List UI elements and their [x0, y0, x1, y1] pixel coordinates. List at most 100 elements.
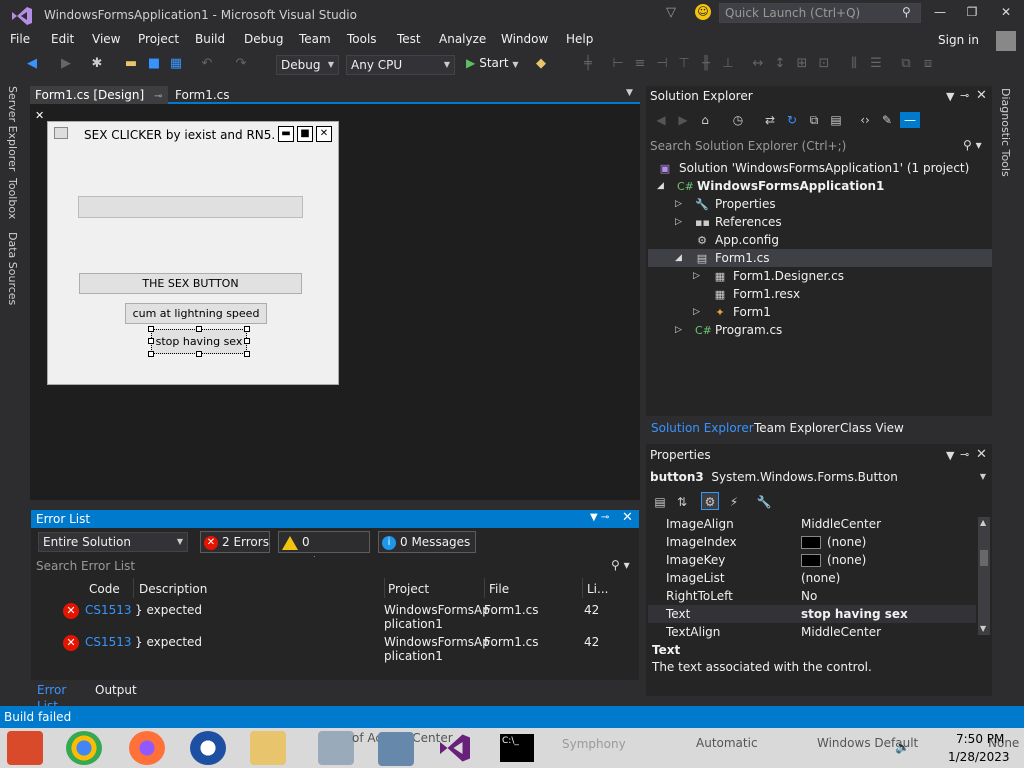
command-prompt-icon[interactable]: C:\_: [500, 734, 534, 762]
splitter[interactable]: [30, 502, 640, 508]
tab-class-view[interactable]: Class View: [840, 421, 904, 435]
tree-item-form1-resx[interactable]: Form1.resx: [733, 285, 800, 303]
column-divider[interactable]: [133, 578, 134, 598]
resize-handle[interactable]: [148, 338, 154, 344]
maximize-button[interactable]: ❐: [962, 5, 982, 23]
error-scope-select[interactable]: Entire Solution ▼: [38, 532, 188, 552]
column-divider[interactable]: [484, 578, 485, 598]
close-icon[interactable]: ✕: [976, 447, 987, 462]
menu-tools[interactable]: Tools: [347, 32, 377, 46]
resize-handle[interactable]: [148, 351, 154, 357]
property-value[interactable]: (none): [801, 571, 840, 585]
resize-handle[interactable]: [196, 351, 202, 357]
menu-edit[interactable]: Edit: [51, 32, 74, 46]
horizontal-spacing-icon[interactable]: ⫼: [846, 56, 862, 72]
view-code-icon[interactable]: ‹›: [857, 112, 873, 128]
close-icon[interactable]: ✕: [976, 88, 987, 103]
show-all-files-icon[interactable]: ▤: [828, 112, 844, 128]
property-value[interactable]: (none): [801, 553, 866, 567]
quick-launch-input[interactable]: Quick Launch (Ctrl+Q): [719, 3, 921, 23]
warnings-filter-button[interactable]: 0 Warnings: [278, 531, 370, 569]
chevron-down-icon[interactable]: ▼: [626, 88, 633, 98]
close-button[interactable]: ✕: [996, 5, 1016, 23]
align-center-icon[interactable]: ≡: [632, 56, 648, 72]
send-to-back-icon[interactable]: ⧈: [920, 56, 936, 72]
open-folder-icon[interactable]: ▬: [123, 56, 139, 72]
collapsed-arrow-icon[interactable]: ▷: [693, 307, 700, 317]
tree-item-form1-class[interactable]: Form1: [733, 303, 771, 321]
sync-icon[interactable]: ⇄: [762, 112, 778, 128]
property-value[interactable]: MiddleCenter: [801, 625, 881, 639]
sign-in-link[interactable]: Sign in: [938, 33, 979, 47]
make-same-size-icon[interactable]: ⊡: [816, 56, 832, 72]
messages-filter-button[interactable]: i 0 Messages: [378, 531, 476, 553]
column-file[interactable]: File: [489, 582, 509, 596]
search-icon[interactable]: ⚲ ▾: [611, 558, 630, 572]
pin-icon[interactable]: ⊸: [154, 91, 162, 102]
align-right-icon[interactable]: ⊣: [654, 56, 670, 72]
redo-icon[interactable]: ↷: [233, 56, 249, 72]
start-button[interactable]: ▶ Start ▼: [466, 56, 519, 70]
toolbox-tab[interactable]: Toolbox: [6, 178, 19, 219]
tree-item-program-cs[interactable]: Program.cs: [715, 321, 782, 339]
column-project[interactable]: Project: [388, 582, 429, 596]
make-same-height-icon[interactable]: ↕: [772, 56, 788, 72]
home-icon[interactable]: ⌂: [697, 112, 713, 128]
minimize-button[interactable]: —: [930, 5, 950, 23]
clock-date[interactable]: 1/28/2023: [948, 750, 1010, 764]
diagnostic-tools-tab[interactable]: Diagnostic Tools: [999, 88, 1012, 177]
error-code-link[interactable]: CS1513: [85, 603, 132, 617]
properties-view-icon[interactable]: ⚙: [701, 492, 719, 510]
property-value[interactable]: (none): [801, 535, 866, 549]
tab-error-list[interactable]: Error List: [31, 682, 89, 713]
menu-view[interactable]: View: [92, 32, 120, 46]
property-value[interactable]: stop having sex: [801, 607, 908, 621]
close-icon[interactable]: ✕: [35, 109, 44, 122]
property-name[interactable]: TextAlign: [666, 625, 720, 639]
column-description[interactable]: Description: [139, 582, 207, 596]
error-search-input[interactable]: Search Error List: [31, 557, 639, 575]
tree-item-form1-cs[interactable]: Form1.cs: [715, 249, 770, 267]
tree-item-app-config[interactable]: App.config: [715, 231, 779, 249]
collapsed-arrow-icon[interactable]: ▷: [693, 271, 700, 281]
bring-to-front-icon[interactable]: ⧉: [898, 56, 914, 72]
tree-item-form1-designer[interactable]: Form1.Designer.cs: [733, 267, 844, 285]
property-name[interactable]: ImageList: [666, 571, 725, 585]
align-left-icon[interactable]: ⊢: [610, 56, 626, 72]
property-name[interactable]: ImageKey: [666, 553, 725, 567]
property-value[interactable]: No: [801, 589, 817, 603]
column-divider[interactable]: [582, 578, 583, 598]
file-explorer-icon[interactable]: [250, 731, 286, 765]
collapsed-arrow-icon[interactable]: ▷: [675, 217, 682, 227]
speaker-icon[interactable]: 🔈: [895, 740, 910, 754]
property-name[interactable]: ImageAlign: [666, 517, 734, 531]
filter-icon[interactable]: ▽: [666, 5, 676, 20]
properties-object-select[interactable]: button3 System.Windows.Forms.Button ▼: [650, 468, 990, 486]
tab-output[interactable]: Output: [91, 682, 137, 698]
events-icon[interactable]: ⚡: [725, 492, 743, 510]
cum-button[interactable]: cum at lightning speed: [125, 303, 267, 324]
progress-bar[interactable]: [78, 196, 303, 218]
property-name[interactable]: ImageIndex: [666, 535, 737, 549]
preview-selected-icon[interactable]: —: [900, 112, 920, 128]
property-name[interactable]: Text: [666, 607, 690, 621]
sex-button[interactable]: THE SEX BUTTON: [79, 273, 302, 294]
configuration-select[interactable]: Debug ▼: [276, 55, 339, 75]
expanded-arrow-icon[interactable]: ◢: [657, 181, 664, 191]
alphabetical-icon[interactable]: ⇅: [673, 492, 691, 510]
tree-item-properties[interactable]: Properties: [715, 195, 776, 213]
obama-icon[interactable]: [190, 731, 226, 765]
panel-options-icon[interactable]: ▼ ⊸: [590, 512, 609, 523]
search-icon[interactable]: ⚲ ▾: [963, 138, 982, 152]
properties-scrollbar[interactable]: [978, 517, 990, 635]
menu-test[interactable]: Test: [397, 32, 421, 46]
tree-item-project[interactable]: WindowsFormsApplication1: [697, 177, 884, 195]
pin-icon[interactable]: ⊸: [960, 448, 969, 461]
back-icon[interactable]: ◀: [24, 56, 40, 72]
property-name[interactable]: RightToLeft: [666, 589, 733, 603]
panel-options-icon[interactable]: ▼: [946, 449, 954, 462]
tree-item-references[interactable]: References: [715, 213, 782, 231]
server-explorer-tab[interactable]: Server Explorer: [6, 86, 19, 171]
scroll-down-icon[interactable]: ▼: [980, 624, 986, 633]
visual-studio-taskbar-icon[interactable]: [437, 731, 473, 765]
